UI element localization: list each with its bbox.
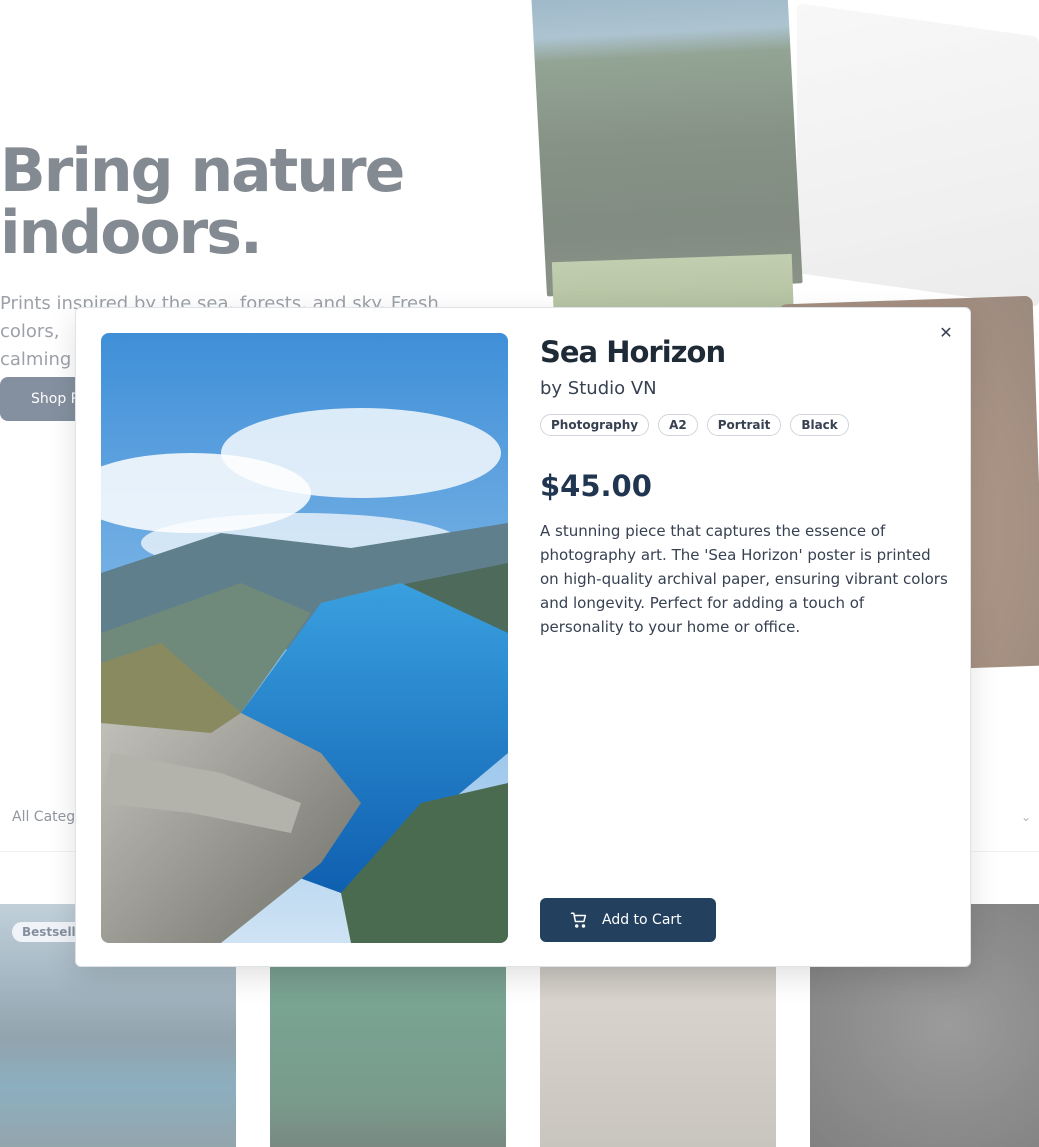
tag-category: Photography [540, 414, 650, 436]
product-description: A stunning piece that captures the essen… [540, 522, 948, 636]
add-to-cart-label: Add to Cart [602, 912, 682, 928]
product-artist: by Studio VN [540, 378, 657, 399]
tag-list: Photography A2 Portrait Black [540, 414, 950, 436]
product-price: $45.00 [540, 469, 652, 503]
tag-frame: Black [790, 414, 849, 436]
product-title: Sea Horizon [540, 335, 726, 369]
tag-size: A2 [658, 414, 698, 436]
product-modal: ✕ Sea Horizon by Studio VN Photography A… [75, 307, 971, 967]
add-to-cart-button[interactable]: Add to Cart [540, 898, 716, 942]
product-info: Sea Horizon by Studio VN Photography A2 … [540, 332, 950, 639]
cart-icon [570, 912, 587, 928]
product-image [101, 333, 508, 943]
tag-orientation: Portrait [706, 414, 782, 436]
